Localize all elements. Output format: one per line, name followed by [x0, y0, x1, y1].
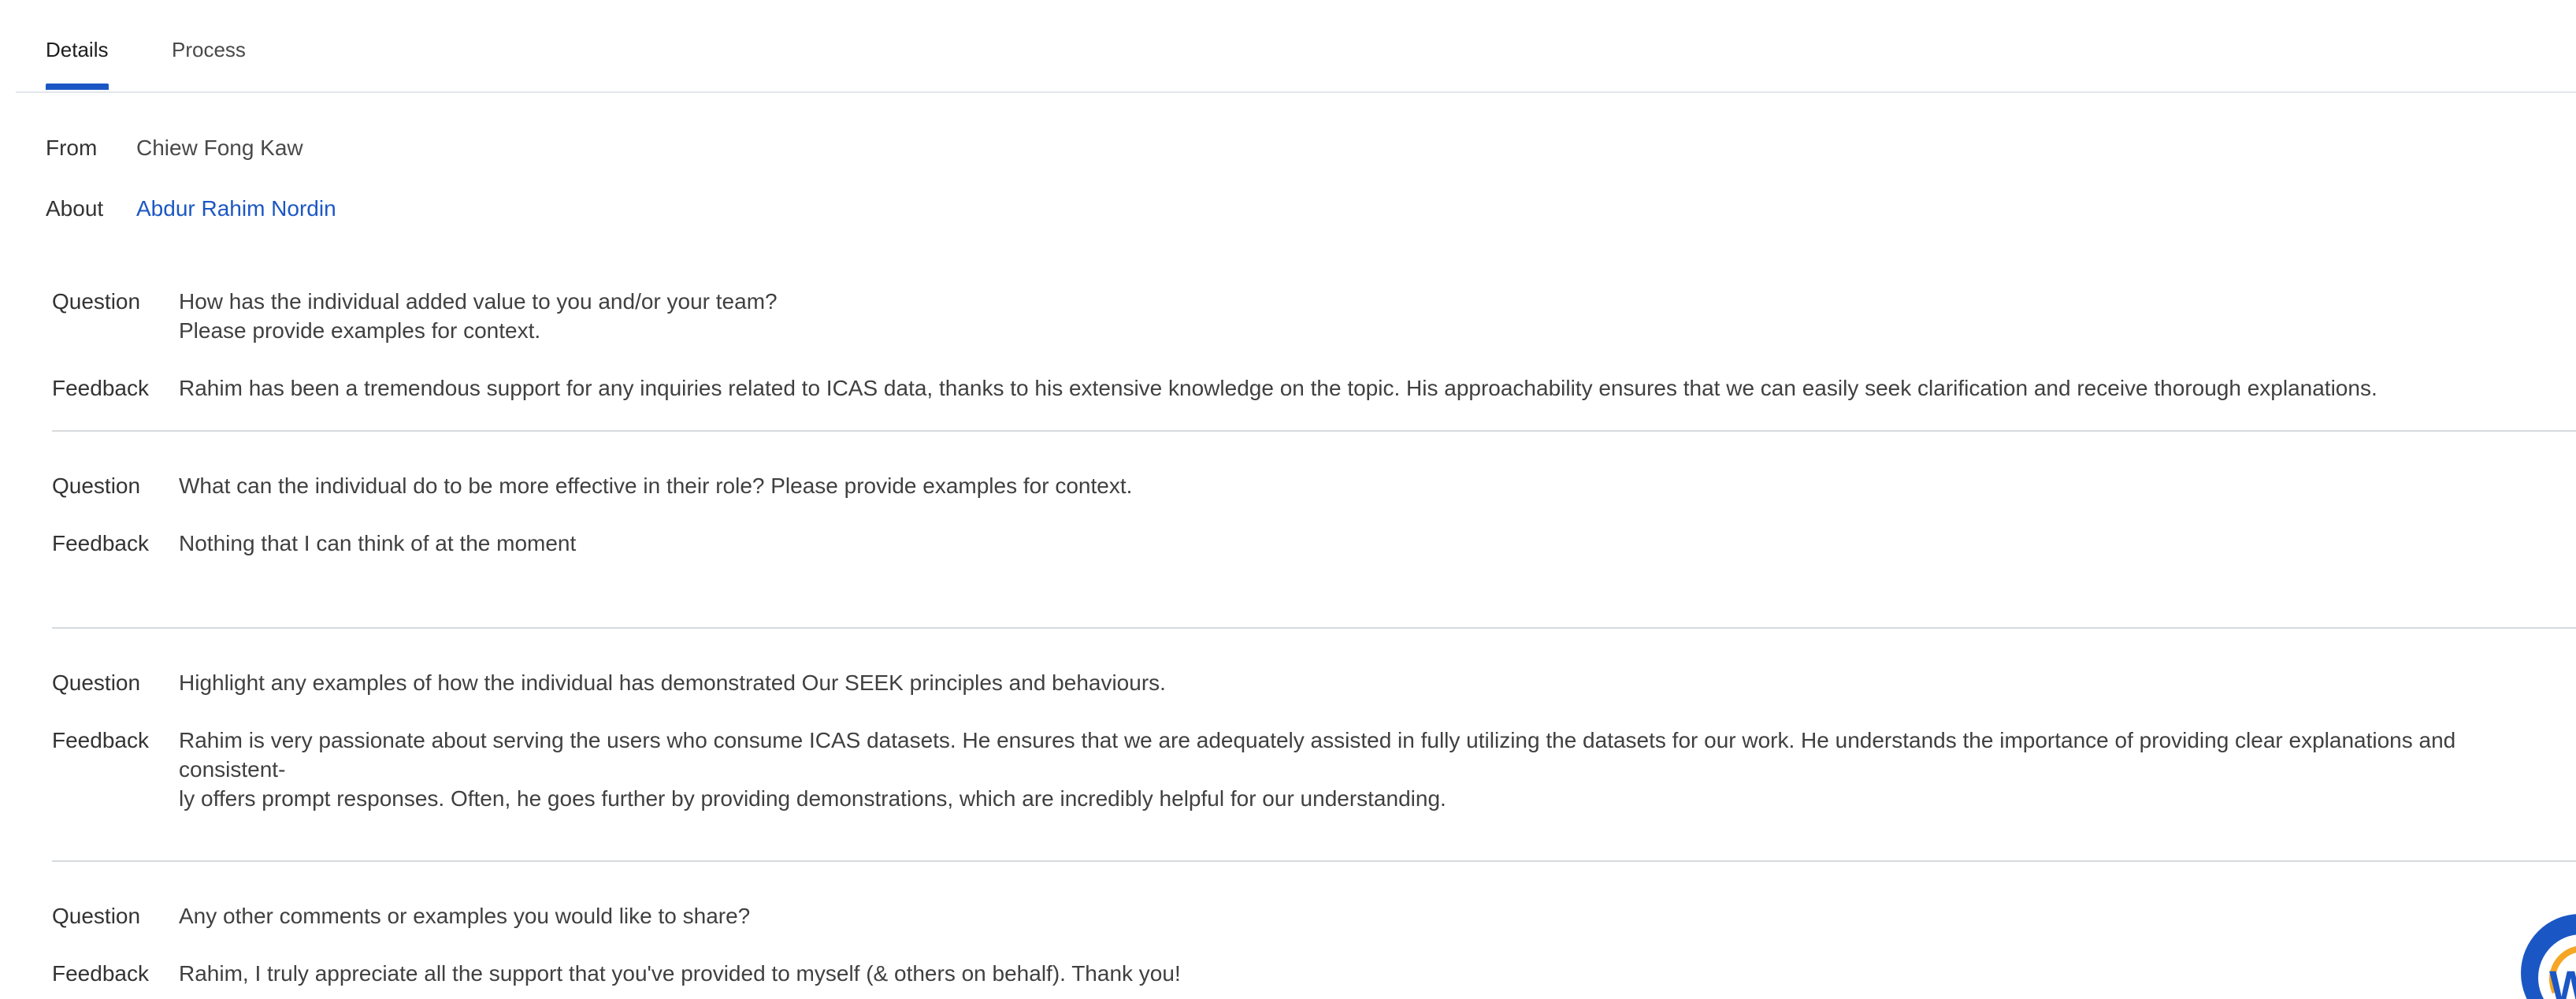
- question-label: Question: [52, 670, 141, 695]
- qa-block: Question Any other comments or examples …: [52, 901, 2576, 988]
- feedback-details-page: Details Process From Chiew Fong Kaw Abou…: [0, 0, 2576, 999]
- tab-bar: Details Process: [16, 0, 2576, 93]
- help-letter: W: [2549, 962, 2576, 999]
- feedback-label: Feedback: [52, 961, 149, 986]
- question-row: Question What can the individual do to b…: [52, 471, 2576, 500]
- feedback-row: Feedback Rahim, I truly appreciate all t…: [52, 959, 2576, 988]
- feedback-text: Rahim has been a tremendous support for …: [179, 376, 2377, 400]
- from-value: Chiew Fong Kaw: [136, 136, 303, 160]
- feedback-text: Rahim, I truly appreciate all the suppor…: [179, 961, 1181, 986]
- feedback-label: Feedback: [52, 728, 149, 752]
- qa-block: Question How has the individual added va…: [52, 282, 2576, 432]
- question-text: Any other comments or examples you would…: [179, 904, 751, 928]
- active-tab-indicator: [46, 84, 109, 90]
- tab-process[interactable]: Process: [172, 36, 246, 63]
- question-label: Question: [52, 904, 141, 928]
- question-label: Question: [52, 289, 141, 314]
- question-row: Question How has the individual added va…: [52, 287, 2576, 345]
- question-label: Question: [52, 474, 141, 498]
- question-text: Highlight any examples of how the indivi…: [179, 670, 1166, 695]
- feedback-text: Rahim is very passionate about serving t…: [179, 728, 2456, 811]
- feedback-text: Nothing that I can think of at the momen…: [179, 531, 577, 555]
- question-text: What can the individual do to be more ef…: [179, 474, 1133, 498]
- feedback-row: Feedback Rahim has been a tremendous sup…: [52, 373, 2576, 403]
- feedback-label: Feedback: [52, 531, 149, 555]
- qa-block: Question Highlight any examples of how t…: [52, 668, 2576, 862]
- about-person-link[interactable]: Abdur Rahim Nordin: [136, 193, 336, 225]
- question-row: Question Any other comments or examples …: [52, 901, 2576, 930]
- feedback-row: Feedback Rahim is very passionate about …: [52, 726, 2576, 813]
- question-row: Question Highlight any examples of how t…: [52, 668, 2576, 697]
- feedback-label: Feedback: [52, 376, 149, 400]
- tab-details[interactable]: Details: [46, 36, 108, 63]
- qa-block: Question What can the individual do to b…: [52, 471, 2576, 629]
- about-label: About: [46, 196, 104, 221]
- from-label: From: [46, 136, 98, 160]
- feedback-row: Feedback Nothing that I can think of at …: [52, 529, 2576, 558]
- question-text: How has the individual added value to yo…: [179, 289, 778, 343]
- feedback-qa-list: Question How has the individual added va…: [52, 282, 2576, 999]
